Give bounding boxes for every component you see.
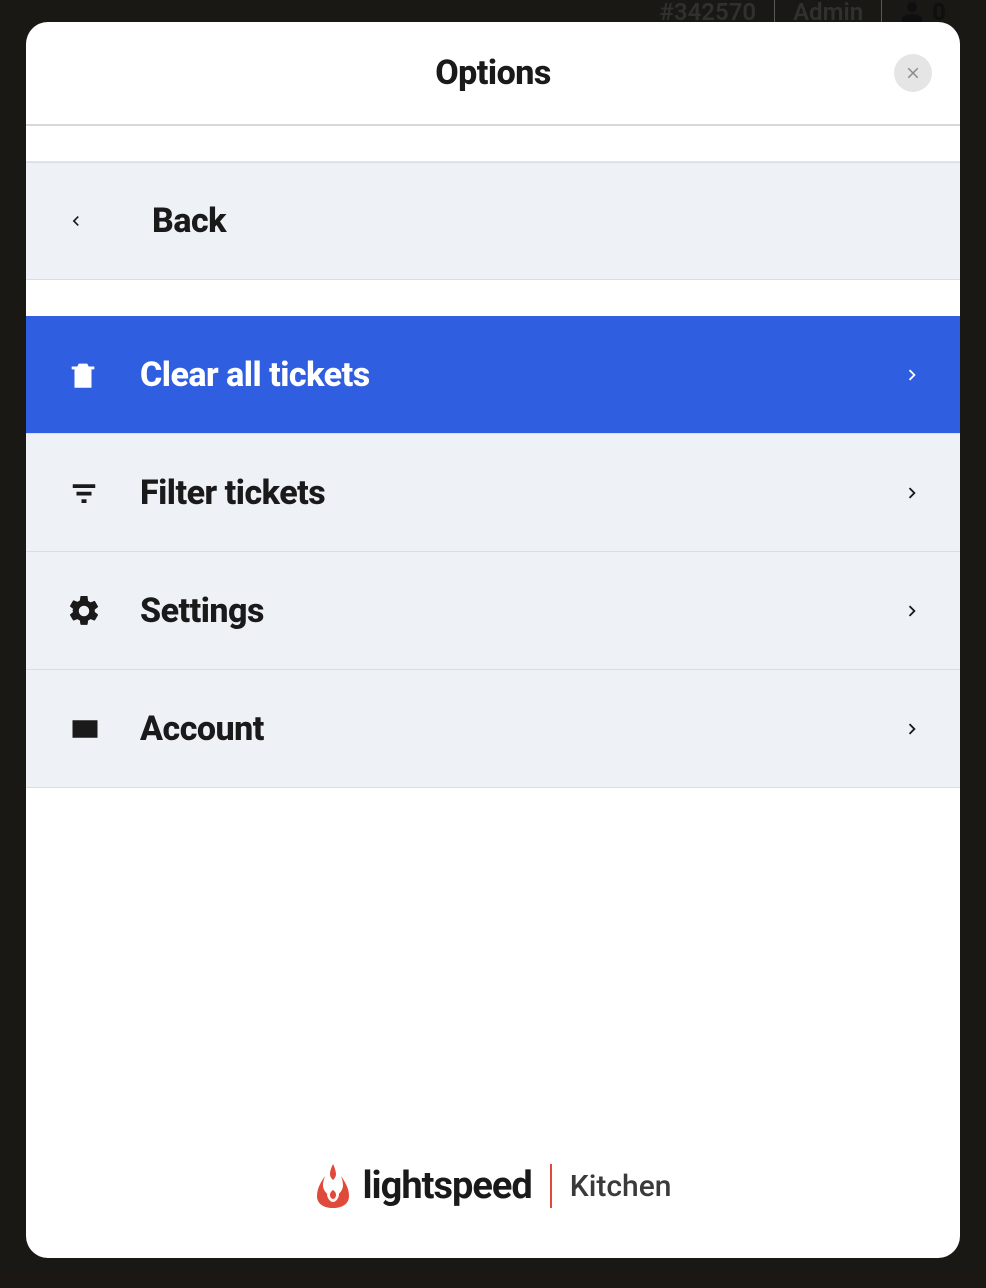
back-label: Back [120, 201, 926, 241]
option-filter-tickets[interactable]: Filter tickets [26, 434, 960, 552]
chevron-right-icon [898, 477, 926, 509]
back-button[interactable]: Back [26, 162, 960, 280]
chevron-left-icon [66, 205, 120, 237]
option-clear-all-tickets[interactable]: Clear all tickets [26, 316, 960, 434]
option-label: Settings [120, 591, 898, 631]
gear-icon [66, 593, 120, 629]
brand-logo: lightspeed Kitchen [315, 1162, 672, 1210]
close-icon [904, 64, 922, 82]
option-account[interactable]: Account [26, 670, 960, 788]
brand-name: lightspeed [363, 1164, 532, 1208]
spacer [26, 126, 960, 162]
id-card-icon [66, 714, 120, 744]
option-label: Filter tickets [120, 473, 898, 513]
chevron-right-icon [898, 359, 926, 391]
option-label: Account [120, 709, 898, 749]
option-settings[interactable]: Settings [26, 552, 960, 670]
option-label: Clear all tickets [120, 355, 898, 395]
flame-icon [315, 1162, 351, 1210]
options-modal: Options Back Clear all tickets Filter ti… [26, 22, 960, 1258]
chevron-right-icon [898, 595, 926, 627]
modal-footer: lightspeed Kitchen [26, 788, 960, 1258]
chevron-right-icon [898, 713, 926, 745]
filter-icon [66, 478, 120, 508]
spacer [26, 280, 960, 316]
options-list: Clear all tickets Filter tickets Setting… [26, 316, 960, 788]
modal-header: Options [26, 22, 960, 126]
brand-divider [550, 1164, 552, 1208]
trash-icon [66, 358, 120, 392]
modal-title: Options [435, 53, 551, 93]
close-button[interactable] [894, 54, 932, 92]
brand-product: Kitchen [570, 1169, 672, 1204]
